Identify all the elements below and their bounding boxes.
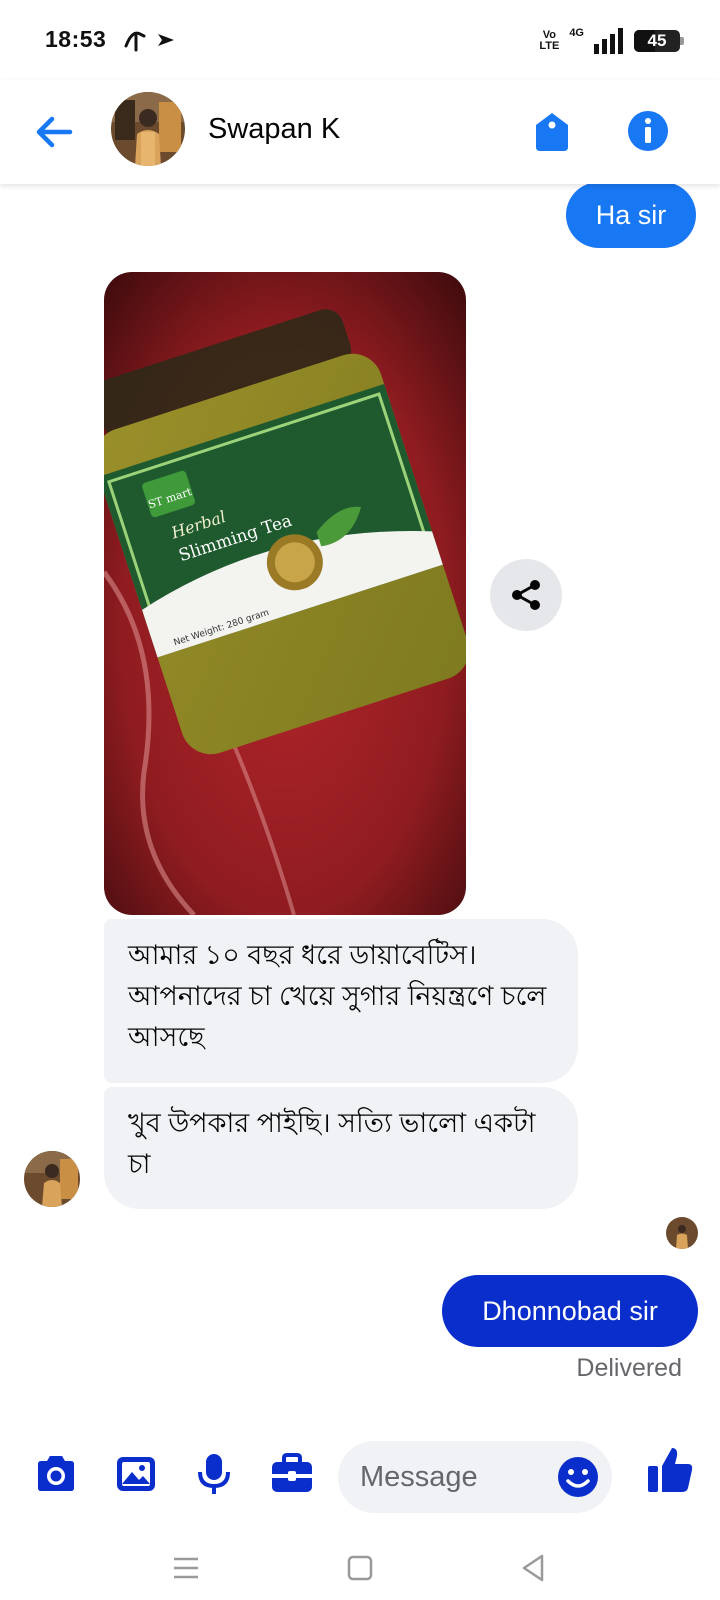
network-type: 4G — [569, 27, 584, 39]
status-right: Vo LTE 4G 45 — [539, 24, 684, 58]
contact-name[interactable]: Swapan K — [208, 113, 340, 146]
menu-icon[interactable] — [168, 1550, 204, 1586]
seen-avatar — [666, 1217, 698, 1249]
status-time: 18:53 — [45, 26, 107, 52]
camera-icon[interactable] — [32, 1450, 80, 1498]
battery-icon: 45 — [634, 30, 684, 52]
microphone-icon[interactable] — [190, 1450, 238, 1498]
status-bar: 18:53 Vo LTE 4G 45 — [0, 0, 720, 80]
tag-icon[interactable] — [528, 107, 576, 155]
briefcase-icon[interactable] — [268, 1450, 316, 1498]
message-input[interactable] — [360, 1455, 540, 1499]
signal-icon — [594, 28, 623, 54]
contact-avatar[interactable] — [111, 92, 185, 166]
delivery-status: Delivered — [576, 1354, 682, 1382]
thumbs-up-icon[interactable] — [644, 1444, 696, 1496]
sent-message[interactable]: Ha sir — [566, 182, 696, 248]
sender-avatar[interactable] — [24, 1151, 80, 1207]
battery-level: 45 — [647, 31, 667, 50]
message-input-container — [338, 1441, 612, 1513]
share-icon — [512, 580, 540, 610]
messenger-screen: 18:53 Vo LTE 4G 45 Swapan K Ha sir ST ma… — [0, 0, 720, 1600]
message-composer — [0, 1420, 720, 1530]
share-button[interactable] — [490, 559, 562, 631]
emoji-icon[interactable] — [556, 1455, 600, 1499]
gallery-icon[interactable] — [112, 1450, 160, 1498]
received-message[interactable]: খুব উপকার পাইছি। সত্যি ভালো একটা চা — [104, 1087, 578, 1209]
received-message[interactable]: আমার ১০ বছর ধরে ডায়াবেটিস। আপনাদের চা খ… — [104, 919, 578, 1083]
sent-message[interactable]: Dhonnobad sir — [442, 1275, 698, 1347]
chat-header: Swapan K — [0, 80, 720, 184]
home-icon[interactable] — [342, 1550, 378, 1586]
back-arrow-icon[interactable] — [30, 108, 78, 156]
herbal-tea-photo: ST mart Herbal Slimming Tea Net Weight: … — [104, 272, 466, 915]
photo-message[interactable]: ST mart Herbal Slimming Tea Net Weight: … — [104, 272, 466, 915]
notification-icons — [124, 31, 174, 52]
back-icon[interactable] — [516, 1550, 552, 1586]
system-nav-bar — [0, 1530, 720, 1600]
volte-indicator: Vo LTE — [539, 29, 560, 52]
info-icon[interactable] — [624, 107, 672, 155]
